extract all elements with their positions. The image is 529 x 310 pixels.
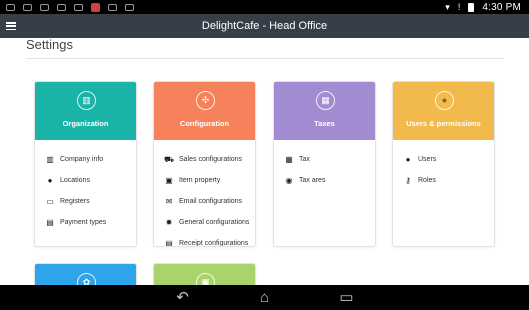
notification-icon bbox=[74, 3, 83, 11]
item-property-item[interactable]: ▣ Item property bbox=[154, 170, 255, 191]
sales-configurations-item[interactable]: ⛟ Sales configurations bbox=[154, 149, 255, 170]
item-label: Tax ares bbox=[299, 177, 326, 184]
organization-card[interactable]: ▥ Organization ▥ Company info ● Locations … bbox=[34, 81, 137, 247]
card-header: ▣ bbox=[154, 264, 255, 285]
settings-card-partial[interactable]: ▣ bbox=[153, 263, 256, 285]
notification-icons bbox=[6, 2, 134, 12]
notification-icon bbox=[125, 3, 134, 11]
general-configurations-item[interactable]: ✹ General configurations bbox=[154, 212, 255, 233]
item-label: Registers bbox=[60, 198, 90, 205]
alert-icon: ! bbox=[457, 2, 461, 12]
settings-card-partial[interactable]: ✿ bbox=[34, 263, 137, 285]
app-bar: DelightCafe - Head Office bbox=[0, 14, 529, 38]
item-label: Receipt configurations bbox=[179, 240, 249, 247]
card-list: ▦ Tax ◉ Tax ares bbox=[274, 140, 375, 191]
title-divider bbox=[26, 58, 504, 59]
register-icon: ▭ bbox=[46, 196, 54, 206]
card-list: ▥ Company info ● Locations ▭ Registers ▤ Pay… bbox=[35, 140, 136, 233]
users-permissions-card[interactable]: ● Users & permissions ● Users ⚷ Roles bbox=[392, 81, 495, 247]
item-label: Roles bbox=[418, 177, 436, 184]
item-label: Company info bbox=[60, 156, 104, 163]
calculator-icon: ▦ bbox=[316, 91, 335, 110]
payment-icon: ▤ bbox=[46, 217, 54, 227]
settings-page: Settings ▥ Organization ▥ Company info ● L… bbox=[0, 38, 529, 285]
recent-apps-icon[interactable]: ▭ bbox=[337, 290, 357, 305]
status-bar: ▾ ! 4:30 PM bbox=[0, 0, 529, 14]
card-header: ● Users & permissions bbox=[393, 82, 494, 140]
registers-item[interactable]: ▭ Registers bbox=[35, 191, 136, 212]
receipt-configurations-item[interactable]: ▤ Receipt configurations bbox=[154, 233, 255, 247]
briefcase-icon: ▣ bbox=[165, 175, 173, 185]
location-pin-icon: ● bbox=[47, 175, 53, 185]
card-header: ▥ Organization bbox=[35, 82, 136, 140]
package-icon: ▣ bbox=[196, 273, 215, 285]
cart-icon: ⛟ bbox=[164, 154, 175, 164]
configuration-icon: ✣ bbox=[196, 91, 215, 110]
email-configurations-item[interactable]: ✉ Email configurations bbox=[154, 191, 255, 212]
clock-period: PM bbox=[505, 1, 521, 13]
card-header: ✿ bbox=[35, 264, 136, 285]
item-label: Tax bbox=[299, 156, 310, 163]
wifi-icon: ▾ bbox=[445, 1, 450, 12]
tax-areas-item[interactable]: ◉ Tax ares bbox=[274, 170, 375, 191]
card-title: Taxes bbox=[314, 119, 335, 128]
card-header: ✣ Configuration bbox=[154, 82, 255, 140]
item-label: Locations bbox=[60, 177, 90, 184]
payment-types-item[interactable]: ▤ Payment types bbox=[35, 212, 136, 233]
envelope-icon: ✉ bbox=[165, 196, 173, 206]
item-label: General configurations bbox=[179, 219, 250, 226]
building-icon: ▥ bbox=[77, 91, 96, 110]
card-title: Organization bbox=[62, 119, 109, 128]
leaf-icon: ✿ bbox=[77, 273, 96, 285]
card-list: ● Users ⚷ Roles bbox=[393, 140, 494, 191]
item-label: Email configurations bbox=[179, 198, 243, 205]
page-title: Settings bbox=[26, 38, 73, 52]
clock: 4:30 PM bbox=[482, 2, 521, 13]
company-icon: ▥ bbox=[46, 154, 54, 164]
taxes-card[interactable]: ▦ Taxes ▦ Tax ◉ Tax ares bbox=[273, 81, 376, 247]
menu-icon[interactable] bbox=[6, 20, 16, 32]
home-icon[interactable]: ⌂ bbox=[255, 290, 275, 305]
notification-icon bbox=[6, 3, 15, 11]
item-label: Payment types bbox=[60, 219, 107, 226]
key-icon: ⚷ bbox=[405, 175, 411, 185]
receipt-icon: ▤ bbox=[165, 238, 173, 247]
notification-icon bbox=[40, 3, 49, 11]
tax-item[interactable]: ▦ Tax bbox=[274, 149, 375, 170]
card-header: ▦ Taxes bbox=[274, 82, 375, 140]
back-icon[interactable]: ↶ bbox=[173, 290, 193, 305]
notification-icon bbox=[57, 3, 66, 11]
notification-icon bbox=[23, 3, 32, 11]
company-info-item[interactable]: ▥ Company info bbox=[35, 149, 136, 170]
users-icon: ● bbox=[435, 91, 454, 110]
roles-item[interactable]: ⚷ Roles bbox=[393, 170, 494, 191]
map-pin-icon: ◉ bbox=[285, 175, 293, 185]
item-label: Users bbox=[418, 156, 437, 163]
system-indicators: ▾ ! 4:30 PM bbox=[445, 2, 521, 13]
navigation-bar: ↶ ⌂ ▭ bbox=[0, 285, 529, 310]
card-title: Users & permissions bbox=[406, 119, 481, 128]
item-label: Item property bbox=[179, 177, 221, 184]
app-title: DelightCafe - Head Office bbox=[201, 20, 328, 32]
users-item[interactable]: ● Users bbox=[393, 149, 494, 170]
gear-icon: ✹ bbox=[165, 217, 173, 227]
user-icon: ● bbox=[405, 154, 411, 164]
clock-time: 4:30 bbox=[482, 1, 503, 13]
battery-icon bbox=[468, 2, 475, 12]
card-title: Configuration bbox=[179, 119, 230, 128]
calculator-icon: ▦ bbox=[285, 154, 293, 164]
notification-icon bbox=[108, 3, 117, 11]
configuration-card[interactable]: ✣ Configuration ⛟ Sales configurations ▣ I… bbox=[153, 81, 256, 247]
locations-item[interactable]: ● Locations bbox=[35, 170, 136, 191]
app-notification-icon bbox=[91, 2, 100, 12]
item-label: Sales configurations bbox=[179, 156, 243, 163]
card-list: ⛟ Sales configurations ▣ Item property ✉ Em… bbox=[154, 140, 255, 247]
